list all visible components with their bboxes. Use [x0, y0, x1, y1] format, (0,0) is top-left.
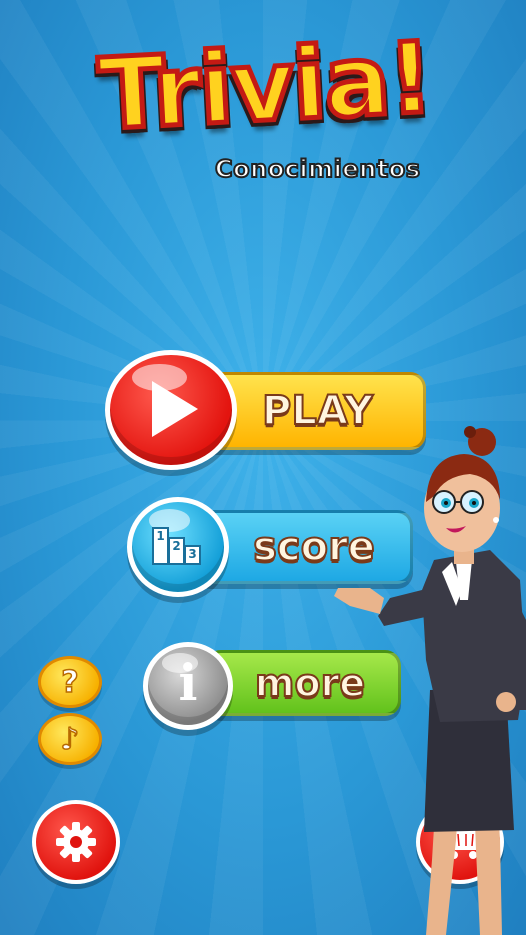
podium-third: 3: [184, 545, 201, 565]
podium-first: 1: [152, 527, 169, 565]
play-circle[interactable]: [105, 350, 237, 470]
gear-icon: [56, 822, 96, 862]
question-icon: ?: [61, 664, 80, 701]
score-circle[interactable]: 1 2 3: [127, 497, 229, 597]
teacher-character: [334, 426, 526, 935]
play-triangle-icon: [152, 381, 198, 437]
game-logo: Trivia! Conocimientos: [0, 0, 526, 200]
sound-button[interactable]: ♪: [38, 713, 102, 765]
podium-icon: 1 2 3: [152, 527, 202, 565]
info-icon: i: [178, 653, 198, 712]
podium-second: 2: [168, 537, 185, 565]
music-note-icon: ♪: [60, 721, 81, 758]
help-button[interactable]: ?: [38, 656, 102, 708]
logo-subtitle: Conocimientos: [214, 154, 421, 184]
settings-button[interactable]: [32, 800, 120, 884]
logo-title: Trivia!: [94, 19, 437, 155]
more-circle[interactable]: i: [143, 642, 233, 730]
